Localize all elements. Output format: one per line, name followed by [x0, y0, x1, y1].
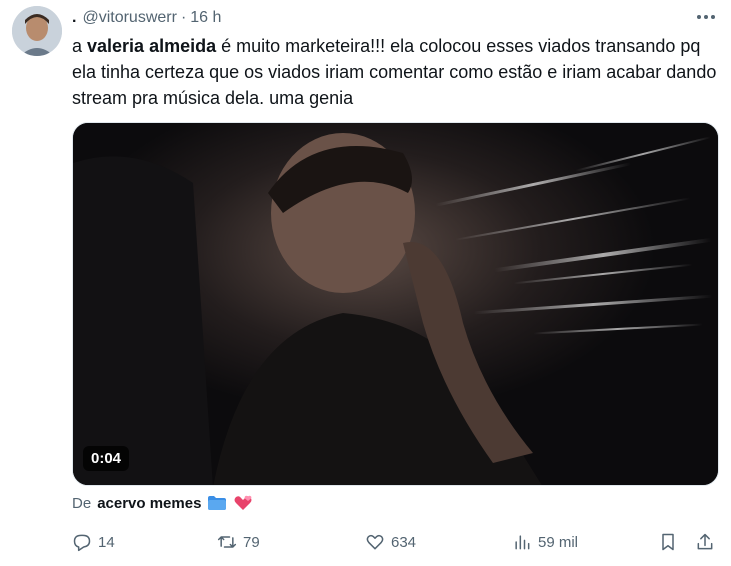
source-prefix: De: [72, 494, 92, 512]
repost-icon: [217, 536, 237, 548]
tweet-time[interactable]: 16 h: [190, 9, 221, 27]
share-icon: [697, 533, 713, 550]
repost-button[interactable]: 79: [217, 532, 260, 552]
tweet-text-bold: valeria almeida: [87, 36, 217, 56]
more-icon: [697, 15, 715, 19]
source-handle[interactable]: acervo memes: [97, 495, 201, 512]
video-player[interactable]: 0:04: [72, 122, 719, 486]
like-button[interactable]: 634: [365, 532, 416, 552]
video-frame: [73, 123, 718, 485]
avatar[interactable]: [12, 6, 62, 56]
bookmark-icon: [662, 533, 674, 551]
more-button[interactable]: [695, 8, 717, 26]
heart-icon: [366, 534, 384, 550]
header-separator: ·: [180, 9, 187, 26]
video-duration: 0:04: [83, 446, 130, 471]
reply-icon: [73, 534, 91, 552]
reply-button[interactable]: 14: [72, 532, 115, 552]
views-button[interactable]: 59 mil: [512, 532, 578, 552]
repost-count: 79: [243, 533, 260, 551]
user-handle[interactable]: @vitoruswerr: [82, 9, 176, 27]
share-button[interactable]: [695, 532, 715, 552]
folder-icon: [208, 496, 227, 510]
action-bar: 14 79 634 59 mil: [72, 527, 722, 557]
hearts-icon: [234, 495, 252, 510]
bookmark-button[interactable]: [658, 532, 678, 552]
display-name[interactable]: .: [72, 9, 76, 27]
avatar-image: [12, 6, 62, 56]
like-count: 634: [391, 533, 417, 551]
reply-count: 14: [98, 533, 115, 551]
tweet-header: . @vitoruswerr · 16 h: [72, 7, 715, 29]
source-attribution: De acervo memes: [72, 492, 253, 514]
views-icon: [515, 535, 530, 550]
tweet-text-prefix: a: [72, 36, 88, 56]
tweet-text: a valeria almeida é muito marketeira!!! …: [72, 33, 722, 111]
views-count: 59 mil: [538, 533, 579, 551]
